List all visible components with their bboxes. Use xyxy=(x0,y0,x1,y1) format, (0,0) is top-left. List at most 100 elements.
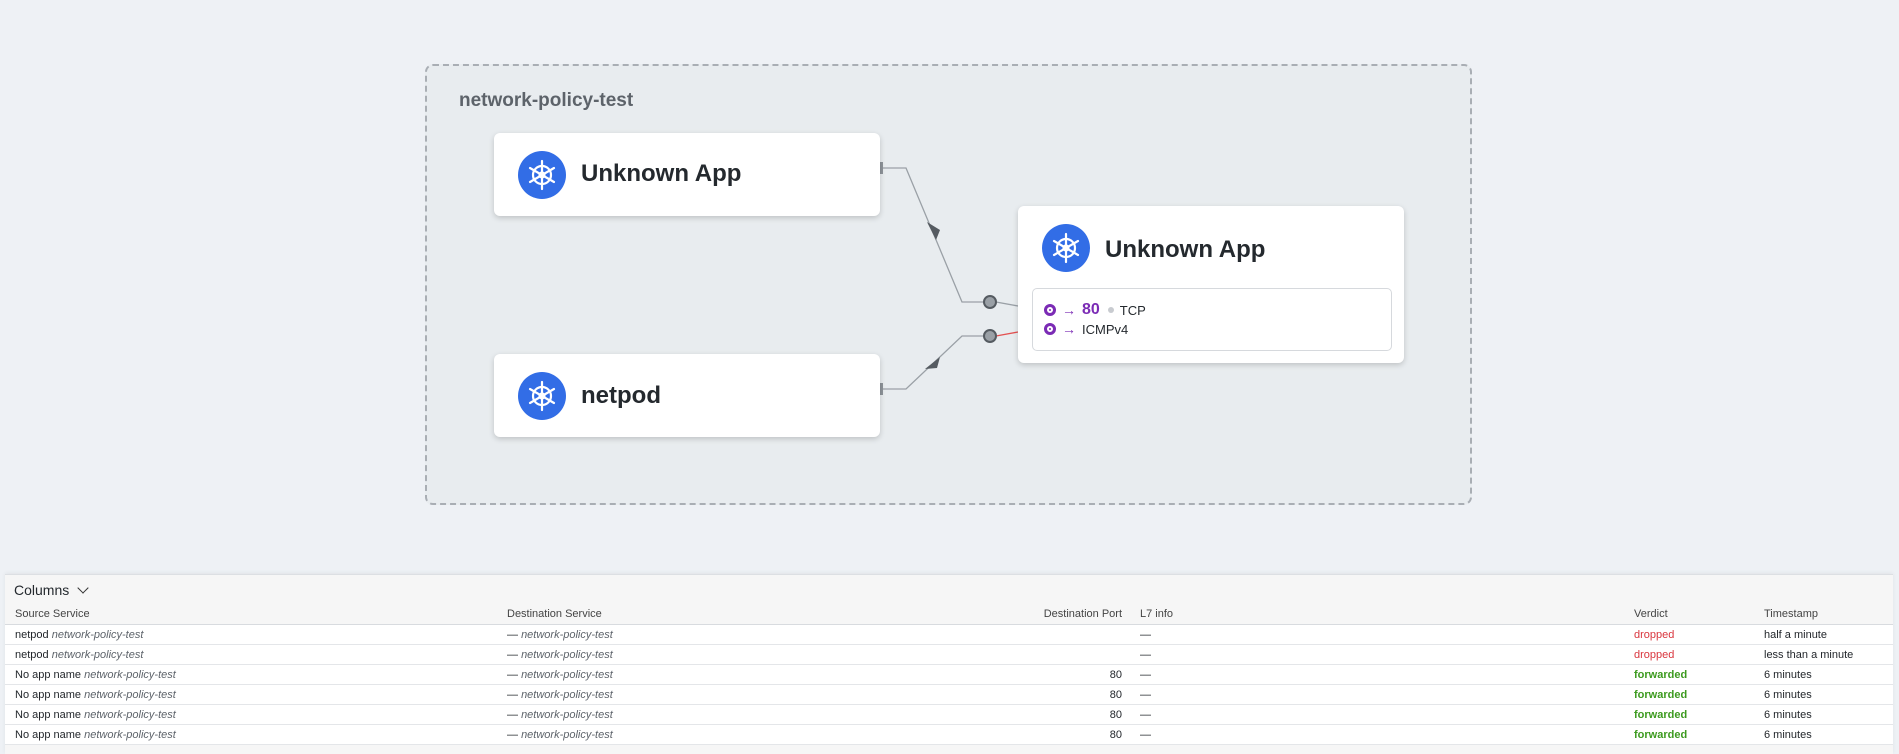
timestamp-cell: half a minute xyxy=(1754,624,1893,645)
destination-cell: — network-policy-test xyxy=(497,724,997,745)
source-cell: No app name network-policy-test xyxy=(5,724,497,745)
columns-label: Columns xyxy=(14,582,70,598)
destination-cell: — network-policy-test xyxy=(497,644,997,665)
source-name: netpod xyxy=(15,628,49,641)
flows-table: Source Service Destination Service Desti… xyxy=(5,604,1893,745)
edge-connector-tcp xyxy=(995,301,1019,307)
header-timestamp[interactable]: Timestamp xyxy=(1754,604,1893,625)
port-row-tcp[interactable]: → 80 TCP xyxy=(1044,301,1146,319)
arrow-right-icon: → xyxy=(1062,302,1076,318)
chevron-down-icon xyxy=(77,582,89,594)
separator-dot-icon xyxy=(1107,307,1114,313)
timestamp-cell: 6 minutes xyxy=(1754,664,1893,685)
service-card-title: Unknown App xyxy=(1105,236,1266,263)
table-row[interactable]: No app name network-policy-test — networ… xyxy=(5,684,1893,705)
port-protocol: ICMPv4 xyxy=(1082,321,1129,337)
table-row[interactable]: No app name network-policy-test — networ… xyxy=(5,724,1893,745)
arrow-right-icon: → xyxy=(1062,321,1076,337)
port-cell: 80 xyxy=(997,684,1130,705)
source-cell: netpod network-policy-test xyxy=(5,624,497,645)
l7-cell: — xyxy=(1130,724,1624,745)
destination-namespace: network-policy-test xyxy=(521,688,613,701)
kubernetes-icon xyxy=(1042,224,1090,272)
header-l7-info[interactable]: L7 info xyxy=(1130,604,1624,625)
source-namespace: network-policy-test xyxy=(84,668,176,681)
timestamp-cell: less than a minute xyxy=(1754,644,1893,665)
timestamp-cell: 6 minutes xyxy=(1754,704,1893,725)
destination-cell: — network-policy-test xyxy=(497,704,997,725)
port-ring-icon xyxy=(1044,323,1056,335)
destination-namespace: network-policy-test xyxy=(521,628,613,641)
source-name: No app name xyxy=(15,668,82,681)
verdict-cell: dropped xyxy=(1624,644,1754,665)
l7-cell: — xyxy=(1130,704,1624,725)
port-cell xyxy=(997,644,1130,665)
source-name: No app name xyxy=(15,728,82,741)
verdict-cell: forwarded xyxy=(1624,704,1754,725)
destination-cell: — network-policy-test xyxy=(497,664,997,685)
verdict-cell: forwarded xyxy=(1624,664,1754,685)
source-namespace: network-policy-test xyxy=(84,708,176,721)
l7-cell: — xyxy=(1130,664,1624,685)
source-cell: No app name network-policy-test xyxy=(5,684,497,705)
source-namespace: network-policy-test xyxy=(84,728,176,741)
endpoint-handle-tcp xyxy=(983,295,997,309)
kubernetes-icon xyxy=(518,151,566,199)
destination-name: — xyxy=(507,688,518,701)
columns-dropdown-button[interactable]: Columns xyxy=(14,582,89,598)
verdict-cell: dropped xyxy=(1624,624,1754,645)
source-cell: No app name network-policy-test xyxy=(5,664,497,685)
timestamp-cell: 6 minutes xyxy=(1754,684,1893,705)
edge-arrow-icon xyxy=(927,222,940,240)
destination-name: — xyxy=(507,708,518,721)
port-protocol: TCP xyxy=(1119,302,1146,318)
destination-namespace: network-policy-test xyxy=(521,708,613,721)
source-name: No app name xyxy=(15,688,82,701)
edges-layer xyxy=(879,162,1019,395)
port-cell: 80 xyxy=(997,724,1130,745)
source-namespace: network-policy-test xyxy=(51,628,144,641)
header-destination-service[interactable]: Destination Service xyxy=(497,604,997,625)
source-cell: netpod network-policy-test xyxy=(5,644,497,665)
destination-name: — xyxy=(507,628,518,641)
port-cell: 80 xyxy=(997,704,1130,725)
source-namespace: network-policy-test xyxy=(84,688,176,701)
header-source-service[interactable]: Source Service xyxy=(5,604,497,625)
destination-namespace: network-policy-test xyxy=(521,668,613,681)
table-header-row: Source Service Destination Service Desti… xyxy=(5,604,1893,625)
flows-panel: Columns Source Service Destination Servi… xyxy=(5,574,1893,754)
destination-namespace: network-policy-test xyxy=(521,648,613,661)
source-cell: No app name network-policy-test xyxy=(5,704,497,725)
service-card-title: Unknown App xyxy=(581,160,742,187)
port-cell xyxy=(997,624,1130,645)
verdict-cell: forwarded xyxy=(1624,684,1754,705)
destination-cell: — network-policy-test xyxy=(497,684,997,705)
kubernetes-icon xyxy=(518,372,566,420)
header-destination-port[interactable]: Destination Port xyxy=(997,604,1130,625)
l7-cell: — xyxy=(1130,624,1624,645)
header-verdict[interactable]: Verdict xyxy=(1624,604,1754,625)
source-name: netpod xyxy=(15,648,49,661)
destination-name: — xyxy=(507,668,518,681)
l7-cell: — xyxy=(1130,684,1624,705)
endpoint-ports-list: → 80 TCP → ICMPv4 xyxy=(1032,288,1392,351)
edge-connector-icmp-dropped xyxy=(995,331,1019,337)
destination-name: — xyxy=(507,728,518,741)
destination-cell: — network-policy-test xyxy=(497,624,997,645)
timestamp-cell: 6 minutes xyxy=(1754,724,1893,745)
table-row[interactable]: netpod network-policy-test — network-pol… xyxy=(5,624,1893,645)
port-row-icmp[interactable]: → ICMPv4 xyxy=(1044,320,1128,338)
service-map-canvas[interactable]: network-policy-test Unknown App netpod U… xyxy=(0,0,1899,570)
verdict-cell: forwarded xyxy=(1624,724,1754,745)
l7-cell: — xyxy=(1130,644,1624,665)
port-number: 80 xyxy=(1082,301,1100,318)
table-row[interactable]: netpod network-policy-test — network-pol… xyxy=(5,644,1893,665)
port-cell: 80 xyxy=(997,664,1130,685)
destination-name: — xyxy=(507,648,518,661)
table-row[interactable]: No app name network-policy-test — networ… xyxy=(5,704,1893,725)
source-namespace: network-policy-test xyxy=(51,648,144,661)
endpoint-handle-icmp xyxy=(983,329,997,343)
port-ring-icon xyxy=(1044,304,1056,316)
source-name: No app name xyxy=(15,708,82,721)
table-row[interactable]: No app name network-policy-test — networ… xyxy=(5,664,1893,685)
